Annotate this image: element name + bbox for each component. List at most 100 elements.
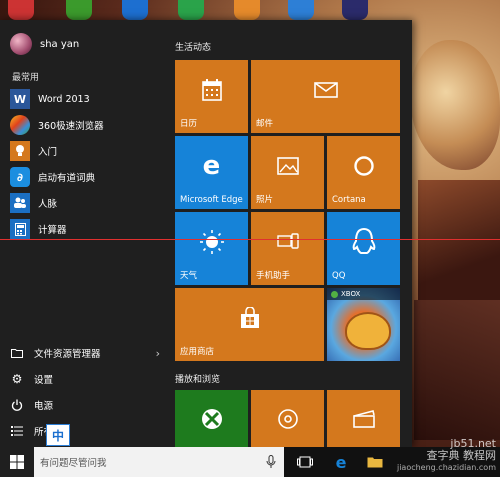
most-used-heading: 最常用 xyxy=(12,73,40,83)
tile-label: Cortana xyxy=(332,195,366,205)
app-people[interactable]: 人脉 xyxy=(10,192,160,214)
clapperboard-icon xyxy=(327,390,400,447)
all-apps-icon xyxy=(10,424,24,438)
tile-movies-tv[interactable] xyxy=(327,390,400,447)
watermark-line3: jiaocheng.chazidian.com xyxy=(396,463,496,472)
sun-icon xyxy=(175,212,248,271)
tile-phone-companion[interactable]: 手机助手 xyxy=(251,212,324,285)
watermark-line2: 查字典 教程网 xyxy=(426,449,497,462)
calculator-icon xyxy=(10,219,30,239)
app-label: 人脉 xyxy=(38,199,58,210)
tile-qq[interactable]: QQ xyxy=(327,212,400,285)
tile-group-title: 生活动态 xyxy=(175,43,212,53)
tile-group-title: 播放和浏览 xyxy=(175,375,221,385)
tile-weather[interactable]: 天气 xyxy=(175,212,248,285)
ime-indicator[interactable]: 中 xyxy=(46,424,70,446)
youdao-icon: ∂ xyxy=(10,167,30,187)
photos-icon xyxy=(251,136,324,195)
desktop-icon-7[interactable] xyxy=(342,0,368,20)
tile-edge[interactable]: e Microsoft Edge xyxy=(175,136,248,209)
folder-icon xyxy=(10,346,24,360)
xbox-badge: XBOX xyxy=(327,288,400,300)
tile-cortana[interactable]: Cortana xyxy=(327,136,400,209)
settings-item[interactable]: ⚙ 设置 xyxy=(10,368,160,390)
wallpaper-figure-lower xyxy=(414,300,500,440)
tile-xbox[interactable] xyxy=(175,390,248,447)
watermark: jb51.net 查字典 教程网 jiaocheng.chazidian.com xyxy=(397,438,496,474)
microphone-icon[interactable] xyxy=(266,455,276,469)
tile-label: 照片 xyxy=(256,195,274,205)
edge-taskbar-icon[interactable]: e xyxy=(332,453,350,472)
desktop-icon-3[interactable] xyxy=(122,0,148,20)
calendar-icon xyxy=(175,60,248,119)
phone-icon xyxy=(251,212,324,271)
edge-icon: e xyxy=(202,150,221,181)
app-label: 启动有道词典 xyxy=(38,173,96,184)
task-view-icon[interactable] xyxy=(296,453,314,471)
desktop-icon-4[interactable] xyxy=(178,0,204,20)
avatar xyxy=(10,33,32,55)
user-name: sha yan xyxy=(40,38,80,50)
game-character-image xyxy=(345,312,391,350)
app-label: Word 2013 xyxy=(38,93,90,105)
tile-label: 日历 xyxy=(180,119,198,129)
tile-label: Microsoft Edge xyxy=(180,195,243,205)
wallpaper-figure-body xyxy=(418,180,500,300)
tile-label: 邮件 xyxy=(256,119,274,129)
people-icon xyxy=(10,193,30,213)
start-button[interactable] xyxy=(0,447,34,477)
all-apps-item[interactable]: 所有 xyxy=(10,420,160,442)
tile-xbox-game[interactable]: XBOX xyxy=(327,288,400,361)
sys-label: 电源 xyxy=(34,401,54,412)
desktop-icon-1[interactable] xyxy=(8,0,34,20)
app-label: 入门 xyxy=(38,147,58,158)
tile-label: QQ xyxy=(332,271,346,281)
app-word[interactable]: W Word 2013 xyxy=(10,88,160,110)
mail-icon xyxy=(251,60,400,119)
tile-label: 手机助手 xyxy=(256,271,291,281)
annotation-red-line xyxy=(0,239,500,240)
wallpaper-figure-head xyxy=(410,40,500,170)
music-disc-icon xyxy=(251,390,324,447)
app-youdao[interactable]: ∂ 启动有道词典 xyxy=(10,166,160,188)
store-icon xyxy=(175,288,324,347)
user-account[interactable]: sha yan xyxy=(10,32,79,56)
cortana-search-box[interactable]: 有问题尽管问我 xyxy=(34,447,284,477)
windows-logo-icon xyxy=(10,455,24,469)
desktop-icon-5[interactable] xyxy=(234,0,260,20)
xbox-icon xyxy=(331,290,338,298)
power-icon xyxy=(10,398,24,412)
search-placeholder: 有问题尽管问我 xyxy=(40,458,107,469)
xbox-label: XBOX xyxy=(341,290,361,298)
file-explorer-item[interactable]: 文件资源管理器 › xyxy=(10,342,160,364)
app-360-browser[interactable]: 360极速浏览器 xyxy=(10,114,160,136)
app-get-started[interactable]: 入门 xyxy=(10,140,160,162)
chevron-right-icon[interactable]: › xyxy=(156,347,160,360)
word-icon: W xyxy=(10,89,30,109)
power-item[interactable]: 电源 xyxy=(10,394,160,416)
tile-label: 天气 xyxy=(180,271,198,281)
sys-label: 文件资源管理器 xyxy=(34,349,101,360)
app-label: 360极速浏览器 xyxy=(38,121,104,132)
start-menu-left-column: sha yan 最常用 W Word 2013 360极速浏览器 入门 ∂ 启动… xyxy=(0,20,162,447)
qq-icon xyxy=(327,212,400,271)
gear-icon: ⚙ xyxy=(11,372,23,386)
desktop-icon-strip xyxy=(0,0,500,20)
start-menu: sha yan 最常用 W Word 2013 360极速浏览器 入门 ∂ 启动… xyxy=(0,20,412,447)
browser-360-icon xyxy=(10,115,30,135)
tile-photos[interactable]: 照片 xyxy=(251,136,324,209)
app-label: 计算器 xyxy=(38,225,67,236)
tile-mail[interactable]: 邮件 xyxy=(251,60,400,133)
file-explorer-taskbar-icon[interactable] xyxy=(366,453,384,471)
tile-groove-music[interactable] xyxy=(251,390,324,447)
cortana-icon xyxy=(327,136,400,195)
tile-store[interactable]: 应用商店 xyxy=(175,288,324,361)
tile-label: 应用商店 xyxy=(180,347,215,357)
desktop-icon-6[interactable] xyxy=(288,0,314,20)
desktop-icon-2[interactable] xyxy=(66,0,92,20)
tile-calendar[interactable]: 日历 xyxy=(175,60,248,133)
xbox-logo-icon xyxy=(175,390,248,447)
sys-label: 设置 xyxy=(34,375,54,386)
lightbulb-icon xyxy=(10,141,30,161)
app-calculator[interactable]: 计算器 xyxy=(10,218,160,240)
